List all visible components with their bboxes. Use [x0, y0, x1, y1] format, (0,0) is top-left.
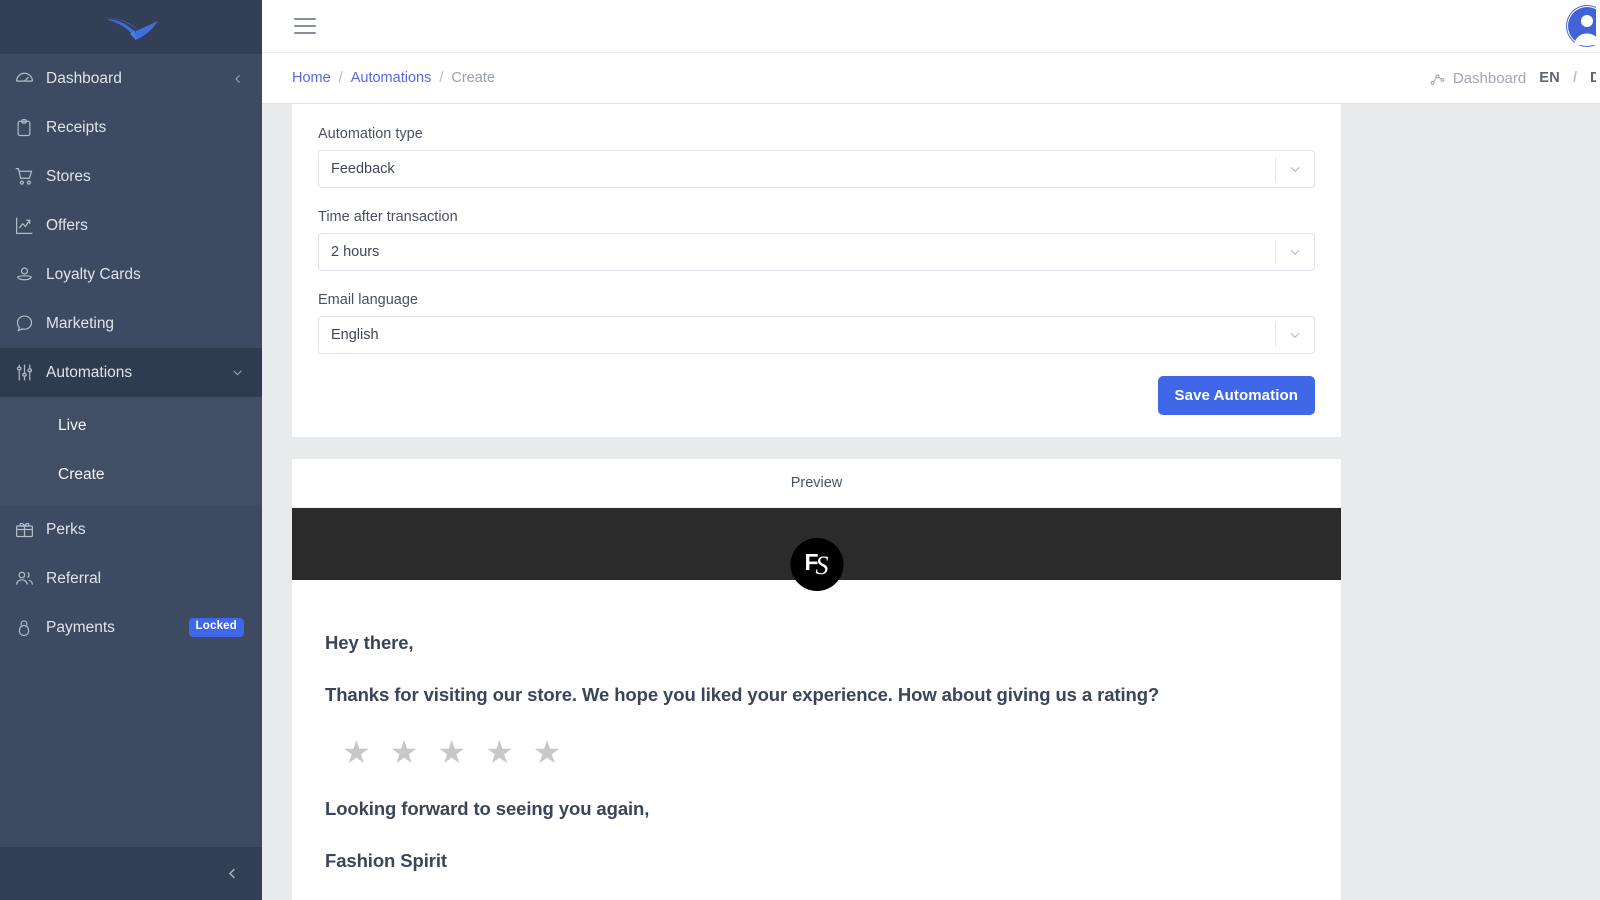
form-actions: Save Automation	[318, 376, 1315, 415]
automation-type-label: Automation type	[318, 126, 423, 142]
star-icon[interactable]: ★	[390, 736, 419, 768]
rating-stars[interactable]: ★ ★ ★ ★ ★	[342, 736, 1308, 768]
chevron-down-icon	[1276, 245, 1314, 259]
chevron-left-icon	[228, 868, 235, 879]
email-banner: F S	[292, 508, 1341, 591]
dashboard-shortcut-label: Dashboard	[1452, 69, 1527, 87]
sidebar-item-loyalty-cards[interactable]: Loyalty Cards	[0, 250, 262, 299]
star-icon[interactable]: ★	[437, 736, 466, 768]
email-greeting: Hey there,	[325, 632, 414, 653]
sidebar-item-label: Perks	[46, 520, 86, 538]
automation-type-value: Feedback	[331, 161, 395, 177]
sidebar-item-perks[interactable]: Perks	[0, 505, 262, 554]
page-content: Automation type Feedback Time after tran…	[262, 104, 1600, 900]
star-icon[interactable]: ★	[485, 736, 514, 768]
star-icon[interactable]: ★	[533, 736, 562, 768]
sliders-icon	[14, 362, 46, 383]
sidebar-item-label: Payments	[46, 618, 115, 636]
sidebar-nav: Dashboard Receipts Stores Offers Loyalty…	[0, 54, 262, 847]
sidebar-subitem-label: Live	[58, 416, 87, 434]
chevron-down-icon	[1276, 162, 1314, 176]
sidebar-item-label: Stores	[46, 167, 91, 185]
automation-form-card: Automation type Feedback Time after tran…	[292, 104, 1341, 437]
sidebar-item-offers[interactable]: Offers	[0, 201, 262, 250]
sidebar-submenu-automations: Live Create	[0, 397, 262, 505]
breadcrumb-item-automations[interactable]: Automations	[351, 70, 432, 86]
sidebar-logo[interactable]	[0, 0, 262, 54]
app-root: Dashboard Receipts Stores Offers Loyalty…	[0, 0, 1600, 900]
breadcrumb-right-tools: Dashboard EN / D	[1429, 70, 1596, 87]
time-after-transaction-value: 2 hours	[331, 244, 380, 260]
sidebar-item-label: Marketing	[46, 314, 115, 332]
speech-bubble-icon	[14, 313, 46, 334]
chevron-left-icon[interactable]	[232, 73, 244, 85]
email-language-value: English	[331, 327, 379, 343]
gauge-icon	[14, 68, 46, 89]
email-message: Thanks for visiting our store. We hope y…	[325, 684, 1160, 705]
shopping-cart-icon	[14, 166, 46, 187]
sidebar-item-payments[interactable]: Payments Locked	[0, 603, 262, 652]
star-icon[interactable]: ★	[342, 736, 371, 768]
avatar[interactable]	[1540, 0, 1596, 53]
breadcrumb: Home / Automations / Create Dashboard EN…	[262, 53, 1600, 104]
breadcrumb-items: Home / Automations / Create	[292, 70, 495, 86]
email-language-label: Email language	[318, 292, 418, 308]
email-signature: Fashion Spirit	[325, 850, 447, 871]
language-selector[interactable]: EN	[1539, 70, 1560, 86]
breadcrumb-separator: /	[439, 70, 444, 86]
users-icon	[14, 568, 46, 589]
sidebar-subitem-live[interactable]: Live	[0, 401, 262, 450]
email-language-select[interactable]: English	[318, 316, 1315, 354]
automation-type-select[interactable]: Feedback	[318, 150, 1315, 188]
time-after-transaction-select[interactable]: 2 hours	[318, 233, 1315, 271]
analytics-icon	[1430, 73, 1445, 85]
clipboard-icon	[14, 118, 46, 138]
breadcrumb-separator: /	[338, 70, 343, 86]
save-automation-button[interactable]: Save Automation	[1157, 376, 1315, 415]
sidebar-subitem-create[interactable]: Create	[0, 450, 262, 499]
language-selector-next[interactable]: D	[1590, 70, 1596, 86]
language-separator: /	[1572, 70, 1577, 86]
sidebar: Dashboard Receipts Stores Offers Loyalty…	[0, 0, 262, 900]
chevron-down-icon[interactable]	[231, 366, 244, 379]
email-body: Hey there, Thanks for visiting our store…	[292, 580, 1341, 900]
gift-icon	[14, 519, 46, 540]
breadcrumb-item-create: Create	[451, 70, 495, 86]
sidebar-item-label: Referral	[46, 569, 102, 587]
user-avatar-icon	[1566, 4, 1596, 47]
sidebar-item-stores[interactable]: Stores	[0, 152, 262, 201]
sidebar-item-label: Loyalty Cards	[46, 265, 141, 283]
bird-logo-icon	[104, 17, 158, 40]
fashion-spirit-logo-icon: F S	[790, 538, 843, 591]
trending-up-icon	[14, 215, 46, 236]
sidebar-item-marketing[interactable]: Marketing	[0, 299, 262, 348]
sidebar-item-automations[interactable]: Automations	[0, 348, 262, 397]
loyalty-card-icon	[14, 264, 46, 285]
sidebar-item-label: Dashboard	[46, 69, 122, 87]
sidebar-item-label: Receipts	[46, 118, 107, 136]
breadcrumb-item-home[interactable]: Home	[292, 70, 331, 86]
time-after-transaction-label: Time after transaction	[318, 209, 458, 225]
sidebar-collapse-button[interactable]	[0, 847, 262, 900]
email-preview-card: Preview F S Hey there, Thanks for visiti…	[292, 459, 1341, 900]
status-badge-locked: Locked	[188, 618, 244, 637]
sidebar-item-referral[interactable]: Referral	[0, 554, 262, 603]
sidebar-subitem-label: Create	[58, 465, 105, 483]
sidebar-item-dashboard[interactable]: Dashboard	[0, 54, 262, 103]
logo-letter-s: S	[815, 551, 829, 580]
preview-title: Preview	[292, 459, 1341, 508]
sidebar-item-label: Offers	[46, 216, 88, 234]
top-bar	[262, 0, 1600, 53]
sidebar-item-label: Automations	[46, 363, 133, 381]
chevron-down-icon	[1276, 328, 1314, 342]
email-closing: Looking forward to seeing you again,	[325, 798, 650, 819]
dashboard-shortcut[interactable]: Dashboard	[1429, 70, 1526, 87]
hamburger-icon[interactable]	[292, 14, 318, 38]
lock-icon	[14, 618, 46, 638]
sidebar-item-receipts[interactable]: Receipts	[0, 103, 262, 152]
main-area: Home / Automations / Create Dashboard EN…	[262, 0, 1600, 900]
